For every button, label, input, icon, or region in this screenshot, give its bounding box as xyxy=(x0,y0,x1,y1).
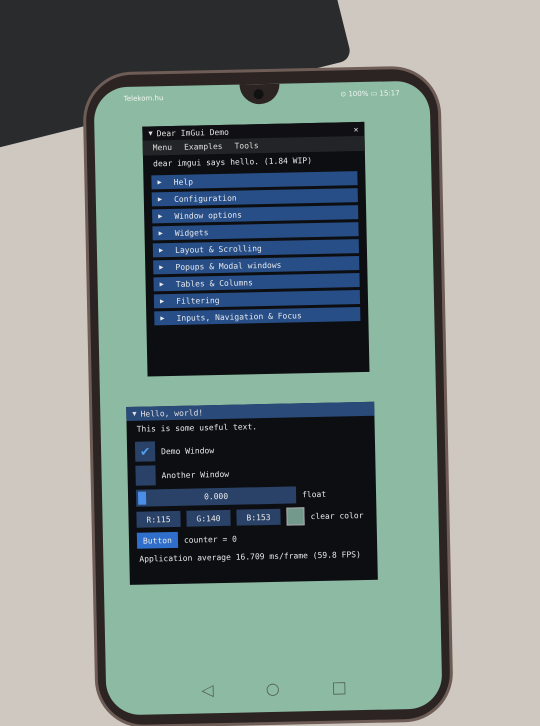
checkbox-label: Another Window xyxy=(161,469,230,480)
color-g-field[interactable]: G:140 xyxy=(186,509,231,527)
clear-color-row: R:115 G:140 B:153 clear color xyxy=(136,506,368,529)
header-label: Window options xyxy=(174,210,242,221)
notch xyxy=(239,83,280,105)
status-indicators: ⊙ 100% ▭ 15:17 xyxy=(340,89,400,99)
collapse-icon[interactable]: ▼ xyxy=(132,410,136,418)
header-label: Filtering xyxy=(176,295,220,306)
counter-text: counter = 0 xyxy=(183,534,237,545)
hello-window: ▼ Hello, world! This is some useful text… xyxy=(126,401,378,585)
menu-item-tools[interactable]: Tools xyxy=(234,141,258,151)
expand-icon: ▶ xyxy=(157,178,162,187)
menu-item-menu[interactable]: Menu xyxy=(153,143,172,152)
hello-version-text: dear imgui says hello. (1.84 WIP) xyxy=(152,156,313,169)
color-b-field[interactable]: B:153 xyxy=(236,508,281,526)
color-swatch[interactable] xyxy=(286,507,305,526)
button-row: Button counter = 0 xyxy=(136,528,369,549)
float-slider[interactable]: 0.000 xyxy=(135,486,297,507)
expand-icon: ▶ xyxy=(159,263,164,272)
color-r-field[interactable]: R:115 xyxy=(136,510,181,528)
header-label: Popups & Modal windows xyxy=(175,260,282,272)
menu-item-examples[interactable]: Examples xyxy=(184,142,223,152)
camera-icon xyxy=(253,89,264,100)
android-navbar: ◁ ○ □ xyxy=(106,675,442,701)
close-icon[interactable]: ✕ xyxy=(353,125,358,134)
header-tables-columns[interactable]: ▶ Tables & Columns xyxy=(153,273,360,292)
header-window-options[interactable]: ▶ Window options xyxy=(152,205,359,224)
checkbox-label: Demo Window xyxy=(161,445,215,456)
phone-screen: Telekom.hu ⊙ 100% ▭ 15:17 ▼ Dear ImGui D… xyxy=(93,80,443,716)
slider-label: float xyxy=(301,489,327,500)
perf-text: Application average 16.709 ms/frame (59.… xyxy=(139,550,361,564)
expand-icon: ▶ xyxy=(159,297,165,306)
demo-title: Dear ImGui Demo xyxy=(156,127,229,138)
checkbox-box[interactable] xyxy=(135,465,156,486)
phone-body: Telekom.hu ⊙ 100% ▭ 15:17 ▼ Dear ImGui D… xyxy=(85,68,451,726)
expand-icon: ▶ xyxy=(158,229,163,238)
header-inputs-navigation[interactable]: ▶ Inputs, Navigation & Focus xyxy=(154,307,361,326)
header-filtering[interactable]: ▶ Filtering xyxy=(153,290,361,309)
header-label: Help xyxy=(173,177,194,187)
hello-title: Hello, world! xyxy=(140,407,204,419)
expand-icon: ▶ xyxy=(160,314,165,323)
header-label: Widgets xyxy=(174,227,209,238)
header-layout-scrolling[interactable]: ▶ Layout & Scrolling xyxy=(152,239,360,258)
status-carrier: Telekom.hu xyxy=(123,94,164,103)
slider-grab[interactable] xyxy=(137,491,147,505)
expand-icon: ▶ xyxy=(157,195,163,204)
counter-button[interactable]: Button xyxy=(136,531,179,549)
expand-icon: ▶ xyxy=(158,246,164,255)
recent-apps-icon[interactable]: □ xyxy=(331,677,347,696)
demo-window: ▼ Dear ImGui Demo ✕ Menu Examples Tools … xyxy=(142,121,370,377)
back-icon[interactable]: ◁ xyxy=(201,680,214,699)
header-widgets[interactable]: ▶ Widgets xyxy=(152,222,359,241)
header-configuration[interactable]: ▶ Configuration xyxy=(151,188,358,207)
header-label: Configuration xyxy=(173,193,237,204)
checkmark-icon[interactable]: ✔ xyxy=(134,441,156,462)
header-label: Layout & Scrolling xyxy=(175,243,262,255)
expand-icon: ▶ xyxy=(159,280,164,289)
home-icon[interactable]: ○ xyxy=(266,679,280,698)
expand-icon: ▶ xyxy=(158,212,163,221)
header-label: Tables & Columns xyxy=(175,277,253,289)
float-slider-row: 0.000 float xyxy=(135,485,368,507)
clear-color-label: clear color xyxy=(310,510,364,521)
header-popups-modal[interactable]: ▶ Popups & Modal windows xyxy=(153,256,360,275)
another-window-checkbox[interactable]: Another Window xyxy=(135,461,367,486)
collapse-icon[interactable]: ▼ xyxy=(148,129,152,137)
slider-value: 0.000 xyxy=(203,491,229,502)
header-help[interactable]: ▶ Help xyxy=(151,171,358,190)
header-label: Inputs, Navigation & Focus xyxy=(176,310,302,323)
demo-window-checkbox[interactable]: ✔ Demo Window xyxy=(134,437,367,462)
